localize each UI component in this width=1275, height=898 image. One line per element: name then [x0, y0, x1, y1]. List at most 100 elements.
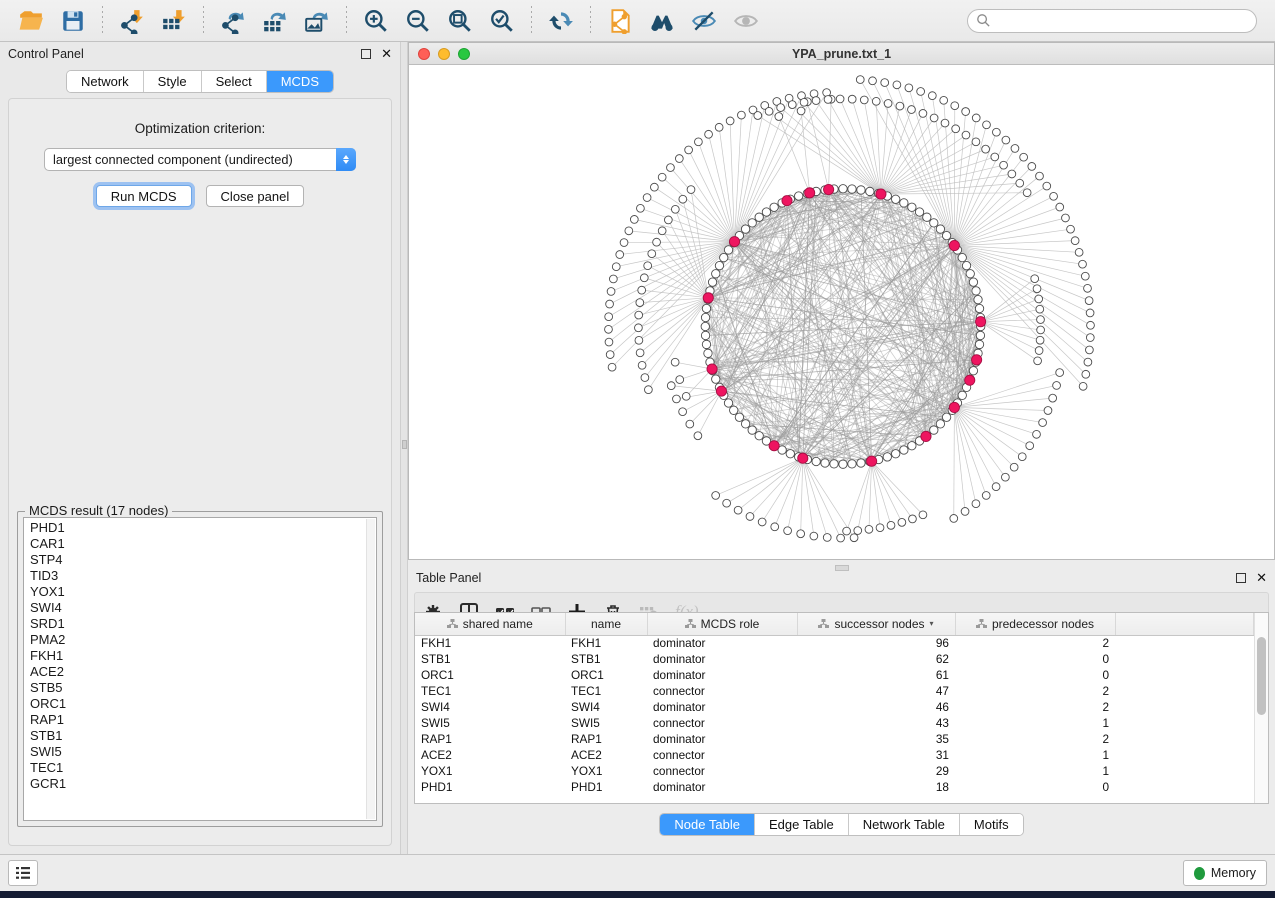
column-header-predecessor-nodes[interactable]: predecessor nodes: [955, 613, 1115, 635]
search-field-wrap: [967, 9, 1257, 33]
tab-style[interactable]: Style: [144, 71, 202, 92]
toolbar-separator: [531, 6, 532, 36]
optimization-label: Optimization criterion:: [9, 121, 391, 136]
window-zoom-icon[interactable]: [458, 48, 470, 60]
table-row[interactable]: YOX1YOX1connector291: [415, 763, 1254, 779]
node-table: shared namenameMCDS rolesuccessor nodes▾…: [414, 612, 1269, 804]
tab-node-table[interactable]: Node Table: [660, 814, 755, 835]
memory-label: Memory: [1211, 866, 1256, 880]
table-panel-tabs: Node TableEdge TableNetwork TableMotifs: [659, 813, 1023, 836]
close-panel-icon[interactable]: ✕: [381, 49, 392, 59]
import-network-icon[interactable]: [115, 5, 149, 37]
panel-list-button[interactable]: [8, 860, 38, 886]
zoom-selected-icon[interactable]: [485, 5, 519, 37]
mcds-result-item[interactable]: TID3: [30, 568, 376, 584]
column-header-shared-name[interactable]: shared name: [415, 613, 565, 635]
toolbar-separator: [203, 6, 204, 36]
window-minimize-icon[interactable]: [438, 48, 450, 60]
float-table-panel-icon[interactable]: [1236, 573, 1246, 583]
horizontal-splitter-grip[interactable]: [835, 565, 849, 571]
mcds-tab-content: Optimization criterion: largest connecte…: [8, 98, 392, 846]
table-scrollbar[interactable]: [1254, 613, 1268, 803]
zoom-in-icon[interactable]: [359, 5, 393, 37]
mcds-result-list[interactable]: PHD1CAR1STP4TID3YOX1SWI4SRD1PMA2FKH1ACE2…: [23, 517, 377, 821]
mcds-result-item[interactable]: SRD1: [30, 616, 376, 632]
table-row[interactable]: ORC1ORC1dominator610: [415, 667, 1254, 683]
save-session-icon[interactable]: [56, 5, 90, 37]
control-panel: Control Panel ✕ NetworkStyleSelectMCDS O…: [0, 42, 400, 854]
mcds-result-item[interactable]: ACE2: [30, 664, 376, 680]
memory-button[interactable]: Memory: [1183, 860, 1267, 886]
import-table-icon[interactable]: [157, 5, 191, 37]
network-window-titlebar[interactable]: YPA_prune.txt_1: [409, 43, 1274, 65]
mcds-result-item[interactable]: SWI4: [30, 600, 376, 616]
table-panel: Table Panel ✕ f(x) shared namenameMCDS r…: [408, 566, 1275, 854]
tab-network[interactable]: Network: [67, 71, 144, 92]
tab-select[interactable]: Select: [202, 71, 267, 92]
mcds-list-scrollbar[interactable]: [366, 519, 375, 819]
column-header-name[interactable]: name: [565, 613, 647, 635]
mcds-result-item[interactable]: STP4: [30, 552, 376, 568]
search-icon: [976, 13, 991, 28]
close-table-panel-icon[interactable]: ✕: [1256, 573, 1267, 583]
table-row[interactable]: FKH1FKH1dominator962: [415, 635, 1254, 651]
mcds-result-item[interactable]: FKH1: [30, 648, 376, 664]
network-view-window: YPA_prune.txt_1: [408, 42, 1275, 560]
optimization-criterion-value: largest connected component (undirected): [45, 152, 336, 167]
network-window-title: YPA_prune.txt_1: [792, 47, 891, 61]
mcds-result-item[interactable]: YOX1: [30, 584, 376, 600]
mcds-result-item[interactable]: SWI5: [30, 744, 376, 760]
open-session-icon[interactable]: [14, 5, 48, 37]
table-row[interactable]: STB1STB1dominator620: [415, 651, 1254, 667]
table-scrollbar-thumb[interactable]: [1257, 637, 1266, 715]
mcds-result-item[interactable]: STB5: [30, 680, 376, 696]
table-row[interactable]: TEC1TEC1connector472: [415, 683, 1254, 699]
main-toolbar: [0, 0, 1275, 42]
toolbar-separator: [590, 6, 591, 36]
hide-selected-icon[interactable]: [687, 5, 721, 37]
tab-edge-table[interactable]: Edge Table: [755, 814, 849, 835]
vertical-splitter[interactable]: [400, 42, 408, 854]
control-panel-title: Control Panel: [8, 47, 84, 61]
run-mcds-button[interactable]: Run MCDS: [96, 185, 192, 207]
window-close-icon[interactable]: [418, 48, 430, 60]
float-panel-icon[interactable]: [361, 49, 371, 59]
status-bar: Memory: [0, 854, 1275, 891]
export-network-icon[interactable]: [216, 5, 250, 37]
mcds-result-item[interactable]: RAP1: [30, 712, 376, 728]
desktop-wallpaper: [0, 891, 1275, 898]
optimization-criterion-select[interactable]: largest connected component (undirected): [44, 148, 356, 171]
mcds-result-item[interactable]: PHD1: [30, 520, 376, 536]
refresh-layout-icon[interactable]: [544, 5, 578, 37]
export-table-icon[interactable]: [258, 5, 292, 37]
export-image-icon[interactable]: [300, 5, 334, 37]
binoculars-icon[interactable]: [645, 5, 679, 37]
search-input[interactable]: [967, 9, 1257, 33]
close-panel-button[interactable]: Close panel: [206, 185, 305, 207]
zoom-out-icon[interactable]: [401, 5, 435, 37]
tab-mcds[interactable]: MCDS: [267, 71, 333, 92]
tab-network-table[interactable]: Network Table: [849, 814, 960, 835]
application-window: Control Panel ✕ NetworkStyleSelectMCDS O…: [0, 0, 1275, 891]
table-row[interactable]: SWI4SWI4dominator462: [415, 699, 1254, 715]
table-row[interactable]: PHD1PHD1dominator180: [415, 779, 1254, 795]
network-canvas[interactable]: [409, 65, 1274, 559]
zoom-fit-icon[interactable]: [443, 5, 477, 37]
sort-indicator-icon: ▾: [930, 619, 934, 628]
table-row[interactable]: ACE2ACE2connector311: [415, 747, 1254, 763]
tab-motifs[interactable]: Motifs: [960, 814, 1023, 835]
mcds-result-item[interactable]: PMA2: [30, 632, 376, 648]
mcds-result-item[interactable]: TEC1: [30, 760, 376, 776]
splitter-grip[interactable]: [402, 440, 407, 449]
network-document-icon[interactable]: [603, 5, 637, 37]
column-header-successor-nodes[interactable]: successor nodes▾: [797, 613, 955, 635]
table-row[interactable]: SWI5SWI5connector431: [415, 715, 1254, 731]
show-all-icon: [729, 5, 763, 37]
column-header-MCDS-role[interactable]: MCDS role: [647, 613, 797, 635]
mcds-result-item[interactable]: ORC1: [30, 696, 376, 712]
mcds-result-item[interactable]: CAR1: [30, 536, 376, 552]
mcds-result-item[interactable]: GCR1: [30, 776, 376, 792]
mcds-result-item[interactable]: STB1: [30, 728, 376, 744]
table-row[interactable]: RAP1RAP1dominator352: [415, 731, 1254, 747]
mcds-result-title: MCDS result (17 nodes): [25, 503, 172, 518]
